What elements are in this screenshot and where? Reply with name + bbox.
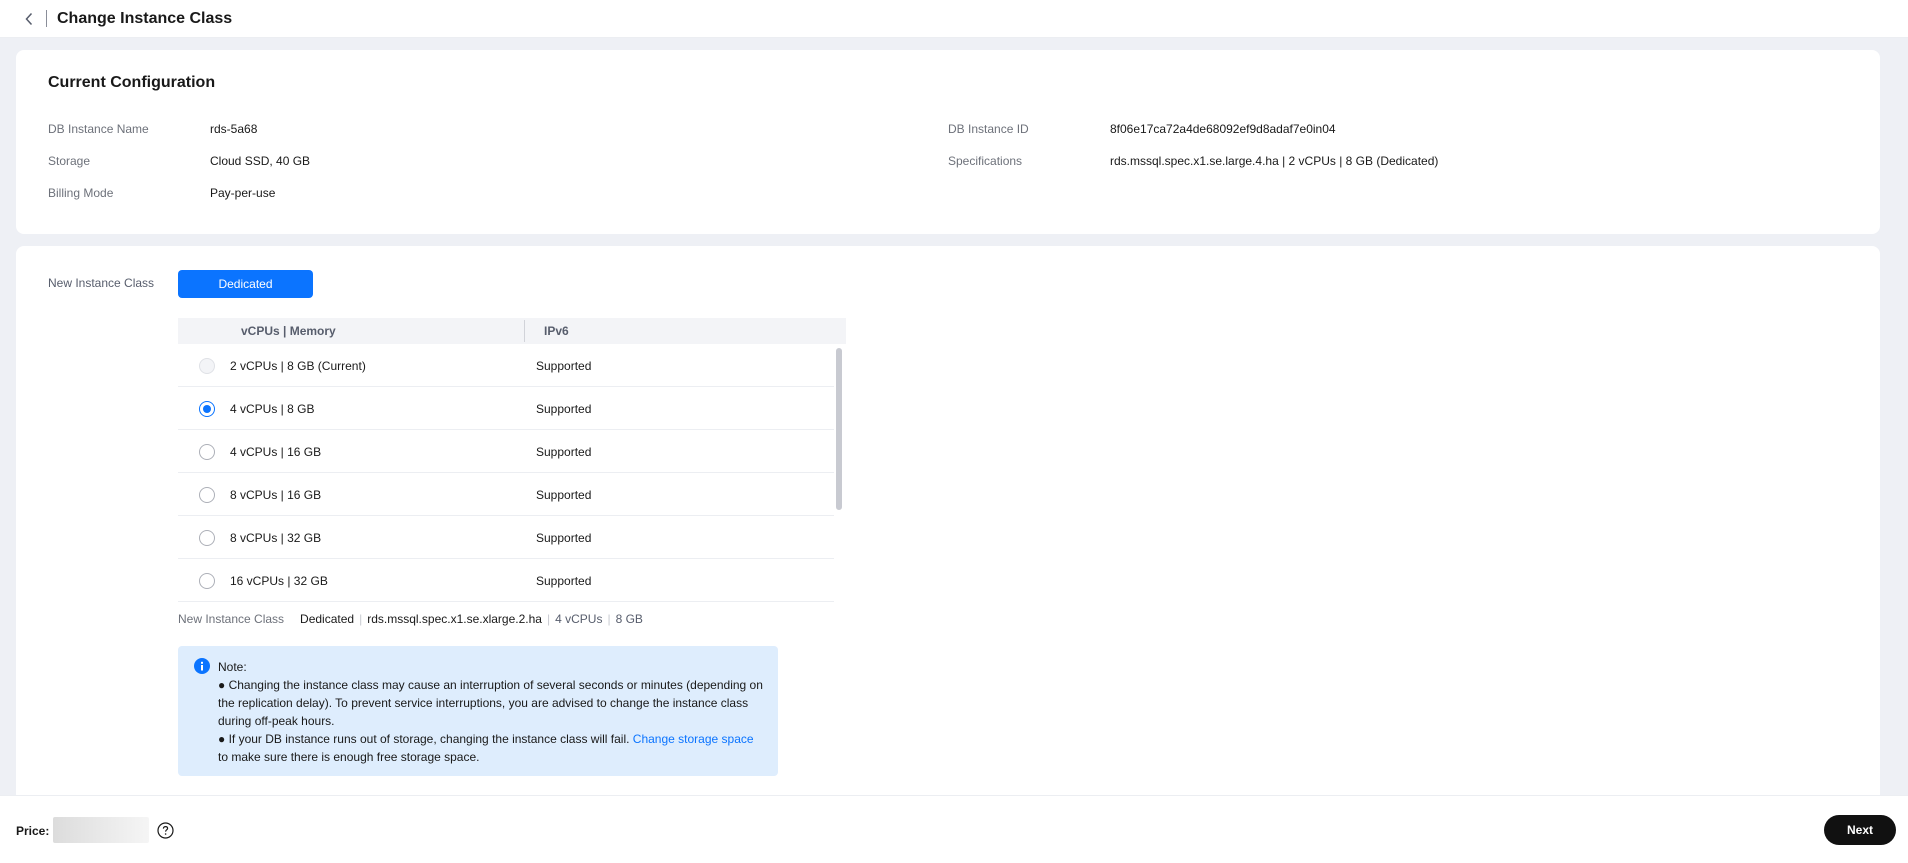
summary-memory: 8 GB [615,612,643,626]
table-body[interactable]: 2 vCPUs | 8 GB (Current) Supported 4 vCP… [178,344,846,602]
table-header: vCPUs | Memory IPv6 [178,318,846,344]
page-scrollbar-track[interactable] [1896,38,1908,795]
top-bar: Change Instance Class [0,0,1908,38]
field-value: 8f06e17ca72a4de68092ef9d8adaf7e0in04 [1110,122,1336,136]
table-row[interactable]: 8 vCPUs | 16 GB Supported [178,473,834,516]
page-title: Change Instance Class [57,9,233,27]
current-configuration-card: Current Configuration DB Instance Name r… [16,50,1880,234]
new-instance-class-label: New Instance Class [48,276,155,290]
table-scrollbar[interactable] [836,348,842,510]
note-line-2-prefix: ● If your DB instance runs out of storag… [218,732,633,746]
footer-bar: Price: Next [0,795,1908,863]
column-header-ipv6: IPv6 [544,324,569,338]
radio-button[interactable] [199,487,215,503]
row-ipv6: Supported [536,445,592,459]
new-instance-class-summary: New Instance Class Dedicated | rds.mssql… [178,612,643,626]
table-row[interactable]: 4 vCPUs | 16 GB Supported [178,430,834,473]
field-label: DB Instance ID [948,122,1029,136]
row-spec: 8 vCPUs | 16 GB [230,488,322,502]
field-value: rds-5a68 [210,122,258,136]
new-instance-class-card: New Instance Class Dedicated vCPUs | Mem… [16,246,1880,806]
row-spec: 2 vCPUs | 8 GB (Current) [230,359,366,373]
title-divider [46,10,47,27]
change-storage-space-link[interactable]: Change storage space [633,732,754,746]
info-icon [194,658,210,674]
row-ipv6: Supported [536,402,592,416]
price-label: Price: [16,824,50,838]
field-value: rds.mssql.spec.x1.se.large.4.ha | 2 vCPU… [1110,154,1439,168]
summary-spec-code: rds.mssql.spec.x1.se.xlarge.2.ha [367,612,542,626]
row-spec: 16 vCPUs | 32 GB [230,574,328,588]
note-line-2-suffix: to make sure there is enough free storag… [218,750,480,764]
table-row[interactable]: 4 vCPUs | 8 GB Supported [178,387,834,430]
instance-class-table: vCPUs | Memory IPv6 2 vCPUs | 8 GB (Curr… [178,318,846,602]
summary-label: New Instance Class [178,612,285,626]
table-row[interactable]: 16 vCPUs | 32 GB Supported [178,559,834,602]
question-circle-icon[interactable] [157,822,174,839]
field-label: Specifications [948,154,1023,168]
summary-vcpus: 4 vCPUs [555,612,603,626]
field-label: Storage [48,154,91,168]
summary-divider: | [607,612,611,626]
radio-button[interactable] [199,530,215,546]
note-text: Note: ● Changing the instance class may … [218,658,764,766]
row-ipv6: Supported [536,574,592,588]
table-row[interactable]: 2 vCPUs | 8 GB (Current) Supported [178,344,834,387]
field-value: Pay-per-use [210,186,276,200]
radio-button[interactable] [199,573,215,589]
row-spec: 8 vCPUs | 32 GB [230,531,322,545]
dedicated-button[interactable]: Dedicated [178,270,313,298]
summary-divider: | [359,612,363,626]
column-divider [524,320,525,342]
chevron-left-icon[interactable] [14,4,44,34]
radio-button[interactable] [199,444,215,460]
table-row[interactable]: 8 vCPUs | 32 GB Supported [178,516,834,559]
field-label: DB Instance Name [48,122,149,136]
column-header-vcpus-memory: vCPUs | Memory [241,324,336,338]
note-alert: Note: ● Changing the instance class may … [178,646,778,776]
row-spec: 4 vCPUs | 8 GB [230,402,315,416]
note-title: Note: [218,660,247,674]
note-line-1: ● Changing the instance class may cause … [218,678,763,728]
price-value-redacted [53,817,149,843]
field-value: Cloud SSD, 40 GB [210,154,311,168]
note-line-2: ● If your DB instance runs out of storag… [218,730,764,766]
next-button[interactable]: Next [1824,815,1896,845]
row-ipv6: Supported [536,531,592,545]
section-title: Current Configuration [48,74,216,91]
radio-button [199,358,215,374]
row-ipv6: Supported [536,359,592,373]
radio-button[interactable] [199,401,215,417]
summary-type: Dedicated [300,612,355,626]
summary-divider: | [546,612,551,626]
row-spec: 4 vCPUs | 16 GB [230,445,322,459]
row-ipv6: Supported [536,488,592,502]
field-label: Billing Mode [48,186,114,200]
